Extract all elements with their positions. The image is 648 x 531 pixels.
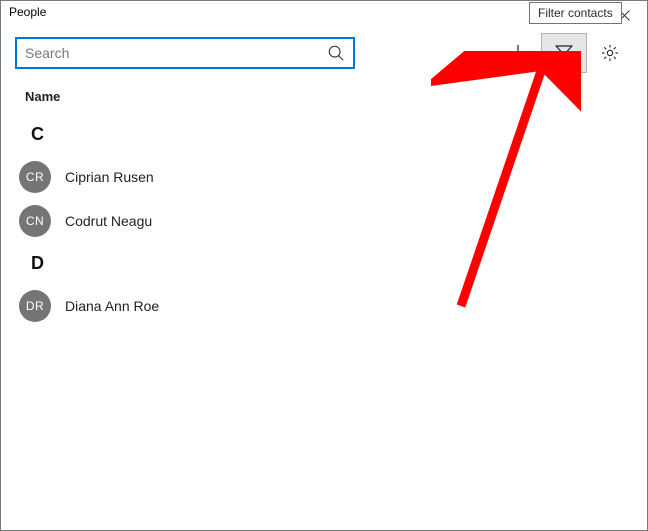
section-header[interactable]: D bbox=[1, 243, 647, 284]
add-contact-button[interactable] bbox=[495, 33, 541, 73]
filter-contacts-button[interactable] bbox=[541, 33, 587, 73]
avatar: CR bbox=[19, 161, 51, 193]
list-column-header: Name bbox=[1, 83, 647, 114]
people-window: Filter contacts People Name C CR Ciprian R… bbox=[0, 0, 648, 531]
settings-button[interactable] bbox=[587, 33, 633, 73]
contacts-list: C CR Ciprian Rusen CN Codrut Neagu D DR Diana A… bbox=[1, 114, 647, 328]
toolbar bbox=[1, 25, 647, 83]
contact-name: Ciprian Rusen bbox=[65, 169, 154, 185]
contact-name: Codrut Neagu bbox=[65, 213, 152, 229]
section-header[interactable]: C bbox=[1, 114, 647, 155]
plus-icon bbox=[509, 44, 527, 62]
filter-tooltip: Filter contacts bbox=[529, 2, 622, 24]
avatar: DR bbox=[19, 290, 51, 322]
app-title: People bbox=[9, 1, 46, 19]
contact-row[interactable]: CN Codrut Neagu bbox=[1, 199, 647, 243]
search-icon bbox=[327, 44, 345, 62]
search-box[interactable] bbox=[15, 37, 355, 69]
contact-name: Diana Ann Roe bbox=[65, 298, 159, 314]
funnel-icon bbox=[555, 44, 573, 62]
contact-row[interactable]: CR Ciprian Rusen bbox=[1, 155, 647, 199]
gear-icon bbox=[601, 44, 619, 62]
search-input[interactable] bbox=[25, 45, 327, 61]
avatar: CN bbox=[19, 205, 51, 237]
contact-row[interactable]: DR Diana Ann Roe bbox=[1, 284, 647, 328]
